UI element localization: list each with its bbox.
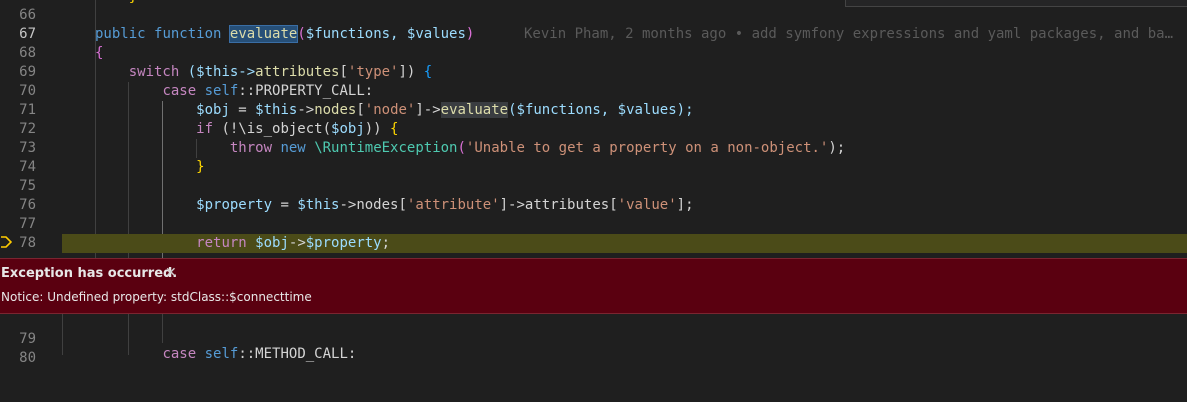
string-literal: 'attribute' [406,197,500,213]
line-number: 70 [19,83,36,99]
keyword: self [204,346,239,362]
keyword: switch [128,64,180,80]
close-icon[interactable]: ✕ [165,265,177,281]
class-name: \RuntimeException [314,140,458,156]
code-line: { [62,44,1187,63]
code-token: ::METHOD_CALL: [238,346,357,362]
code-line: $property = $this->nodes['attribute']->a… [62,196,1187,215]
keyword: case [162,83,197,99]
line-number: 68 [19,45,36,61]
code-line: case self::PROPERTY_CALL: [62,82,1187,101]
bracket: ) [465,26,475,42]
keyword: case [162,346,197,362]
bracket: { [423,64,433,80]
exception-message: Notice: Undefined property: stdClass::$c… [1,290,312,304]
line-number: 80 [19,350,36,366]
code-token: ]; [676,197,694,213]
code-token: attributes [255,64,340,80]
line-number: 67 [19,26,36,42]
code-token: ($functions, $values); [508,102,694,118]
code-line: if (!\is_object($obj)) { [62,120,1187,139]
code-token: ->nodes[ [339,197,407,213]
keyword: function [154,26,222,42]
code-line: switch ($this->attributes['type']) { [62,63,1187,82]
code-token: ($this-> [187,64,256,80]
line-number: 66 [19,7,36,23]
variable: $property [196,197,273,213]
bracket: { [95,45,104,61]
code-token: ]) [398,64,424,80]
string-literal: 'node' [364,102,416,118]
exception-widget: Exception has occurred. ✕ Notice: Undefi… [0,258,1187,314]
code-token: (!\is_object( [213,121,332,137]
keyword: self [204,83,239,99]
debug-current-line-icon[interactable] [0,236,12,248]
keyword: throw [229,140,273,156]
string-literal: 'value' [617,197,677,213]
code-line: public function evaluate($functions, $va… [62,25,1187,44]
line-number: 77 [19,216,36,232]
code-token: ::PROPERTY_CALL: [238,83,374,99]
variable: $obj [255,235,289,251]
current-execution-line: return $obj->$property; [62,234,1187,253]
function-name: evaluate [228,25,299,43]
exception-title: Exception has occurred. [1,266,178,281]
parameters: $functions, $values [305,26,466,42]
bracket: ( [297,26,306,42]
keyword: return [196,235,247,251]
variable: $obj [196,102,230,118]
line-number: 74 [19,159,36,175]
bracket: { [390,121,399,137]
line-number: 71 [19,102,36,118]
string-literal: 'type' [347,64,399,80]
git-blame-annotation: Kevin Pham, 2 months ago • add symfony e… [524,26,1174,42]
code-line: } [62,158,1187,177]
keyword: if [196,121,214,137]
line-number: 76 [19,197,36,213]
code-token: -> [288,235,306,251]
function-call: evaluate [440,102,509,118]
line-number: 69 [19,64,36,80]
line-number: 79 [19,331,36,347]
code-line: throw new \RuntimeException('Unable to g… [229,140,846,156]
variable: $this [255,102,298,118]
variable: $this [297,197,340,213]
code-token: [ [339,64,348,80]
keyword: public [95,26,146,42]
string-literal: 'Unable to get a property on a non-objec… [465,140,829,156]
code-line: $obj = $this->nodes['node']->evaluate($f… [196,102,694,118]
code-line: } [62,0,1187,7]
variable: $obj [331,121,365,137]
code-token: ; [381,235,391,251]
indent-guide [162,312,163,343]
line-number: 73 [19,140,36,156]
code-token: ); [828,140,846,156]
keyword: new [280,140,306,156]
variable: $property [305,235,382,251]
code-token: )) [364,121,391,137]
code-token: = [229,102,256,118]
line-number: 75 [19,178,36,194]
bracket: } [196,159,205,175]
code-token: = [272,197,298,213]
code-token: nodes [314,102,357,118]
line-number: 72 [19,121,36,137]
code-token: ]->attributes[ [499,197,618,213]
code-token: -> [297,102,315,118]
